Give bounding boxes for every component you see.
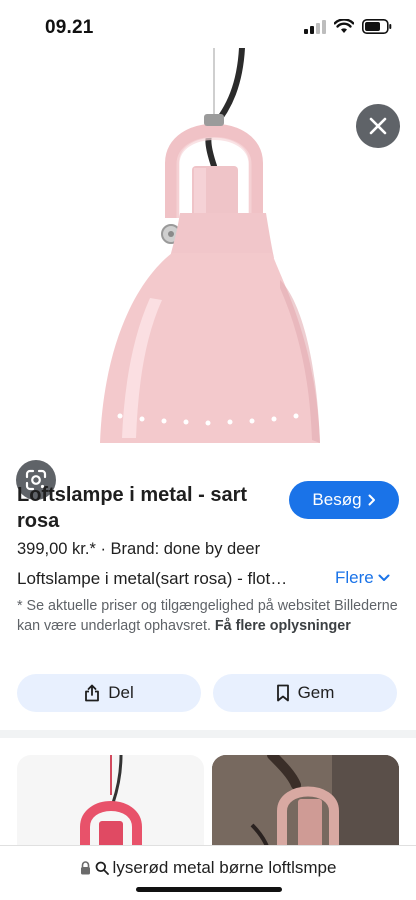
more-info-link[interactable]: Få flere oplysninger [215, 618, 351, 634]
status-bar: 09.21 [0, 0, 416, 54]
more-label: Flere [335, 568, 374, 587]
price-brand: 399,00 kr.* · Brand: done by deer [17, 540, 261, 558]
lock-icon [80, 861, 90, 875]
hero-image[interactable] [0, 48, 416, 500]
save-label: Gem [297, 683, 335, 702]
share-label: Del [108, 683, 134, 702]
product-description: Loftslampe i metal(sart rosa) - flot… [17, 569, 288, 588]
visit-label: Besøg [312, 490, 362, 509]
home-indicator[interactable] [136, 887, 282, 892]
search-icon [95, 861, 109, 875]
bookmark-icon [276, 684, 289, 702]
product-title[interactable]: Loftslampe i metal - sart rosa [17, 482, 277, 534]
close-button[interactable] [356, 104, 400, 148]
more-button[interactable]: Flere [335, 568, 390, 588]
search-query[interactable]: lyserød metal børne loftlsmpe [113, 858, 337, 878]
signal-icon [304, 19, 326, 34]
status-icons [304, 19, 392, 34]
save-button[interactable]: Gem [213, 674, 397, 712]
status-time: 09.21 [45, 17, 94, 38]
chevron-down-icon [378, 574, 390, 581]
share-button[interactable]: Del [17, 674, 201, 712]
bottom-address-bar[interactable]: lyserød metal børne loftlsmpe [0, 845, 416, 900]
battery-icon [362, 19, 392, 34]
lamp-image [100, 48, 320, 443]
section-divider [0, 730, 416, 738]
share-icon [85, 684, 100, 702]
visit-button[interactable]: Besøg [289, 481, 399, 519]
wifi-icon [334, 19, 354, 33]
close-icon [369, 117, 387, 135]
disclaimer: * Se aktuelle priser og tilgængelighed p… [17, 596, 401, 636]
chevron-right-icon [368, 494, 375, 506]
address-line[interactable]: lyserød metal børne loftlsmpe [0, 858, 416, 878]
